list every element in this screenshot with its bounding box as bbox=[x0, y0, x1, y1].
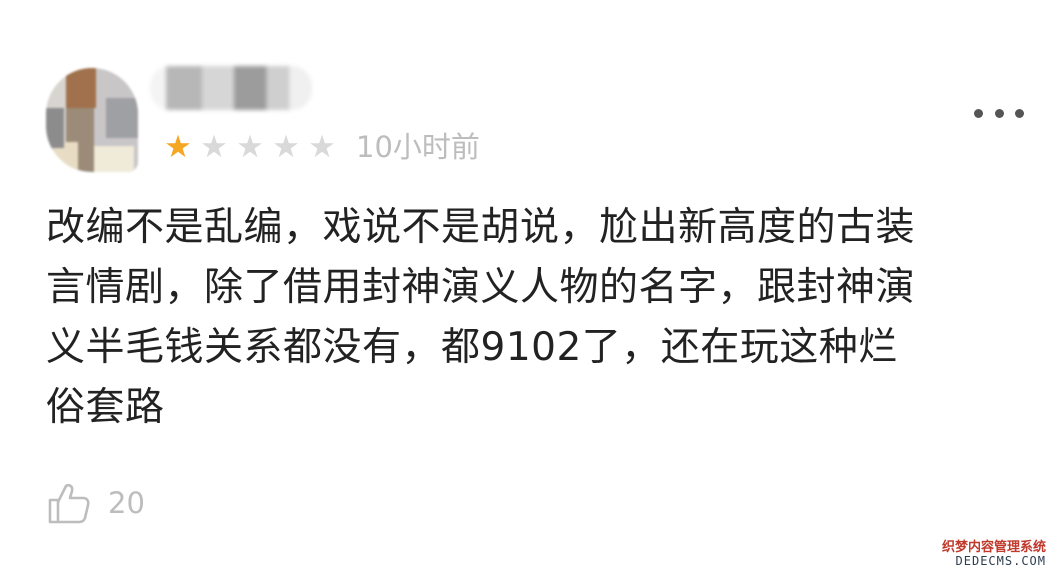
timestamp: 10小时前 bbox=[356, 130, 480, 164]
more-options-button[interactable] bbox=[972, 100, 1026, 126]
comment-line: 义半毛钱关系都没有，都9102了，还在玩这种烂 bbox=[46, 325, 898, 370]
thumbs-up-icon bbox=[46, 480, 92, 526]
watermark-cn: 织梦内容管理系统 bbox=[941, 539, 1046, 555]
like-button[interactable]: 20 bbox=[46, 476, 145, 530]
star-icon: ★ bbox=[236, 129, 264, 165]
watermark-en: DEDECMS.COM bbox=[955, 553, 1046, 568]
avatar[interactable] bbox=[46, 68, 138, 172]
like-count: 20 bbox=[108, 486, 145, 520]
comment-line: 言情剧，除了借用封神演义人物的名字，跟封神演 bbox=[46, 265, 916, 310]
star-icon: ★ bbox=[272, 129, 300, 165]
star-icon: ★ bbox=[200, 129, 228, 165]
star-icon: ★ bbox=[164, 129, 192, 165]
comment-text: 改编不是乱编，戏说不是胡说，尬出新高度的古装 言情剧，除了借用封神演义人物的名字… bbox=[46, 198, 1026, 438]
watermark: 织梦内容管理系统 DEDECMS.COM bbox=[941, 539, 1046, 568]
more-icon bbox=[974, 108, 983, 118]
comment-line: 俗套路 bbox=[46, 385, 165, 430]
star-rating: ★ ★ ★ ★ ★ bbox=[160, 128, 340, 166]
comment-line: 改编不是乱编，戏说不是胡说，尬出新高度的古装 bbox=[46, 205, 916, 250]
comment-card: ★ ★ ★ ★ ★ 10小时前 改编不是乱编，戏说不是胡说，尬出新高度的古装 言… bbox=[0, 0, 1052, 574]
username-blurred[interactable] bbox=[150, 66, 312, 110]
star-icon: ★ bbox=[308, 129, 336, 165]
